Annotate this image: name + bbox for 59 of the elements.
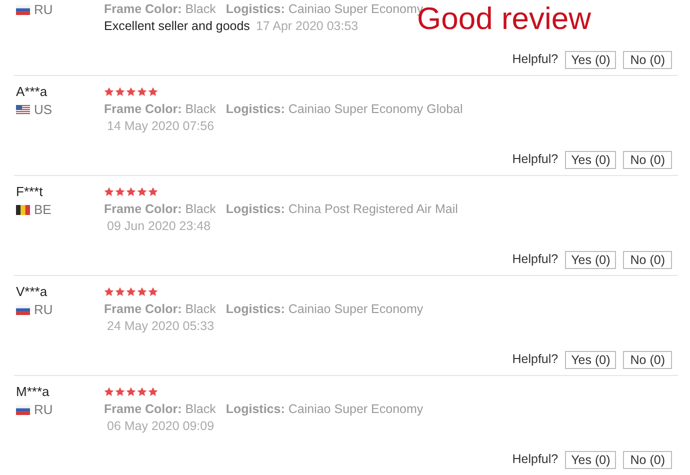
star-icon: [104, 87, 114, 97]
star-icon: [148, 87, 158, 97]
yes-button[interactable]: Yes (0): [565, 150, 616, 169]
review-date: 14 May 2020 07:56: [107, 118, 214, 135]
helpful-label: Helpful?: [512, 51, 558, 68]
reviewer-name: A***a: [16, 84, 48, 99]
star-icon: [115, 187, 125, 197]
reviewer-name: F***t: [16, 184, 43, 199]
helpful-label: Helpful?: [512, 351, 558, 368]
review-date: 24 May 2020 05:33: [107, 318, 214, 335]
star-icon: [115, 87, 125, 97]
helpful-label: Helpful?: [512, 151, 558, 168]
no-button[interactable]: No (0): [623, 350, 672, 369]
star-icon: [115, 287, 125, 297]
country-code: RU: [34, 1, 53, 19]
star-icon: [148, 387, 158, 397]
review-date: 09 Jun 2020 23:48: [107, 218, 211, 235]
yes-button[interactable]: Yes (0): [565, 350, 616, 369]
star-icon: [137, 287, 147, 297]
frame-color-text: Frame Color: Black: [104, 401, 216, 418]
star-icon: [137, 387, 147, 397]
star-icon: [137, 187, 147, 197]
yes-button[interactable]: Yes (0): [565, 50, 616, 69]
no-button[interactable]: No (0): [623, 50, 672, 69]
star-icon: [115, 387, 125, 397]
review-comment: Excellent seller and goods: [104, 18, 250, 35]
no-button[interactable]: No (0): [623, 250, 672, 269]
review-date: 06 May 2020 09:09: [107, 418, 214, 435]
country-code: US: [34, 101, 52, 119]
yes-button[interactable]: Yes (0): [565, 250, 616, 269]
star-icon: [148, 187, 158, 197]
logistics-text: Logistics: Cainiao Super Economy: [226, 301, 424, 318]
star-icon: [104, 287, 114, 297]
reviewer-name: V***a: [16, 284, 48, 299]
reviewer-name: M***a: [16, 384, 50, 399]
country-code: RU: [34, 301, 53, 319]
frame-color-text: Frame Color: Black: [104, 201, 216, 218]
country-code: BE: [34, 201, 52, 219]
logistics-text: Logistics: Cainiao Super Economy Global: [226, 101, 463, 118]
star-icon: [126, 187, 136, 197]
no-button[interactable]: No (0): [623, 150, 672, 169]
star-icon: [104, 187, 114, 197]
star-icon: [148, 287, 158, 297]
helpful-label: Helpful?: [512, 451, 558, 468]
country-code: RU: [34, 401, 53, 419]
star-icon: [126, 387, 136, 397]
logistics-text: Logistics: China Post Registered Air Mail: [226, 201, 458, 218]
frame-color-text: Frame Color: Black: [104, 101, 216, 118]
star-icon: [104, 387, 114, 397]
frame-color-text: Frame Color: Black: [104, 1, 216, 18]
logistics-text: Logistics: Cainiao Super Economy: [226, 401, 424, 418]
star-icon: [137, 87, 147, 97]
helpful-label: Helpful?: [512, 251, 558, 268]
frame-color-text: Frame Color: Black: [104, 301, 216, 318]
star-icon: [126, 87, 136, 97]
star-icon: [126, 287, 136, 297]
review-date: 17 Apr 2020 03:53: [256, 18, 358, 35]
no-button[interactable]: No (0): [623, 450, 672, 469]
yes-button[interactable]: Yes (0): [565, 450, 616, 469]
